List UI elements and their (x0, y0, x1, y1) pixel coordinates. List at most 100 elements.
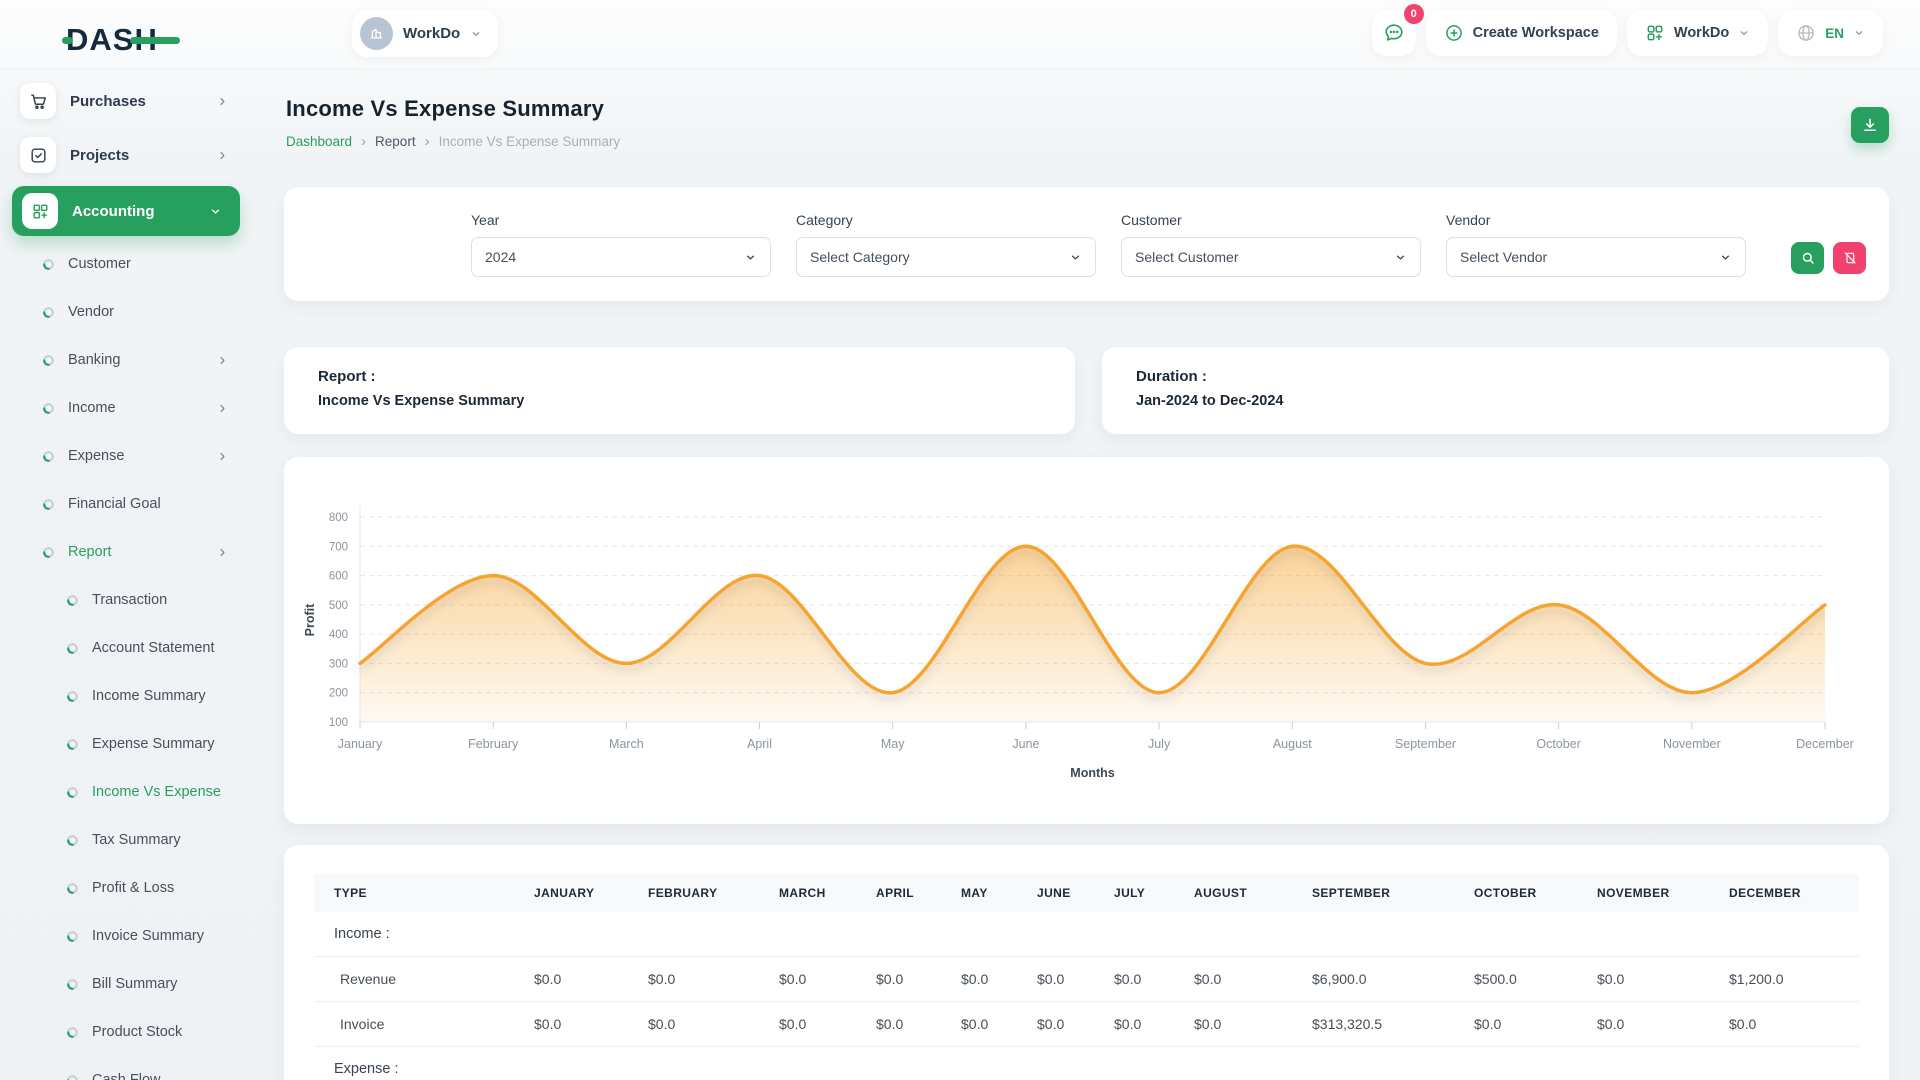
sidebar-item-report[interactable]: Report (0, 528, 255, 576)
cell-value: $0.0 (1094, 957, 1174, 1002)
chevron-right-icon (216, 354, 229, 367)
chevron-down-icon (209, 205, 222, 218)
selected-value: 2024 (485, 249, 516, 265)
sidebar-item-bill-summary[interactable]: Bill Summary (0, 960, 255, 1008)
donut-icon (66, 1074, 79, 1080)
sidebar-item-financial-goal[interactable]: Financial Goal (0, 480, 255, 528)
cell-value: $0.0 (628, 957, 759, 1002)
app-menu-button[interactable]: WorkDo (1627, 10, 1768, 56)
donut-icon (42, 354, 55, 367)
x-tick-label: May (881, 737, 905, 751)
sidebar-item-expense[interactable]: Expense (0, 432, 255, 480)
breadcrumb-report[interactable]: Report (375, 134, 416, 149)
profit-area-chart: 100200300400500600700800JanuaryFebruaryM… (284, 457, 1889, 824)
check-square-icon (29, 146, 48, 165)
year-select[interactable]: 2024 (471, 237, 771, 277)
group-label: Expense : (314, 1047, 1859, 1080)
sidebar-item-income[interactable]: Income (0, 384, 255, 432)
cell-value: $0.0 (1174, 1002, 1292, 1047)
x-axis-title: Months (1070, 766, 1114, 780)
messages-button[interactable]: 0 (1372, 10, 1416, 56)
sidebar-item-product-stock[interactable]: Product Stock (0, 1008, 255, 1056)
x-tick-label: December (1796, 737, 1854, 751)
sidebar-item-purchases[interactable]: Purchases (0, 74, 255, 128)
donut-icon (42, 546, 55, 559)
sidebar-item-label: Report (68, 544, 112, 560)
cell-value: $0.0 (514, 1002, 628, 1047)
breadcrumb: Dashboard › Report › Income Vs Expense S… (286, 134, 620, 149)
column-header: APRIL (856, 874, 941, 912)
column-header: JANUARY (514, 874, 628, 912)
sidebar-item-customer[interactable]: Customer (0, 240, 255, 288)
sidebar-item-label: Invoice Summary (92, 928, 204, 944)
chevron-right-icon (216, 402, 229, 415)
chevron-down-icon (1719, 251, 1732, 264)
duration-card-value: Jan-2024 to Dec-2024 (1136, 393, 1855, 409)
cell-value: $0.0 (1454, 1002, 1577, 1047)
chevron-down-icon (1069, 251, 1082, 264)
filter-card: Year2024CategorySelect CategoryCustomerS… (284, 187, 1889, 301)
workspace-selector[interactable]: WorkDo (352, 10, 498, 57)
sidebar-item-label: Projects (70, 147, 129, 164)
filter-fields: Year2024CategorySelect CategoryCustomerS… (471, 212, 1746, 277)
chart-card: 100200300400500600700800JanuaryFebruaryM… (284, 457, 1889, 824)
donut-icon (66, 1026, 79, 1039)
cell-value: $0.0 (856, 957, 941, 1002)
breadcrumb-separator: › (425, 134, 430, 149)
sidebar-item-income-summary[interactable]: Income Summary (0, 672, 255, 720)
create-workspace-label: Create Workspace (1473, 25, 1599, 41)
column-header: MAY (941, 874, 1017, 912)
chevron-right-icon (216, 546, 229, 559)
column-header: DECEMBER (1709, 874, 1859, 912)
column-header: FEBRUARY (628, 874, 759, 912)
y-tick-label: 700 (329, 541, 348, 553)
cell-value: $0.0 (628, 1002, 759, 1047)
sidebar-item-tax-summary[interactable]: Tax Summary (0, 816, 255, 864)
sidebar-item-banking[interactable]: Banking (0, 336, 255, 384)
sidebar-item-invoice-summary[interactable]: Invoice Summary (0, 912, 255, 960)
customer-select[interactable]: Select Customer (1121, 237, 1421, 277)
vendor-select[interactable]: Select Vendor (1446, 237, 1746, 277)
sidebar-item-vendor[interactable]: Vendor (0, 288, 255, 336)
row-type: Invoice (314, 1002, 514, 1047)
sidebar-icon-tile (20, 137, 56, 173)
reset-filter-button[interactable] (1833, 242, 1866, 274)
apply-filter-button[interactable] (1791, 242, 1824, 274)
chevron-right-icon (216, 450, 229, 463)
logo-green-bar (130, 37, 180, 44)
breadcrumb-current: Income Vs Expense Summary (439, 134, 621, 149)
sidebar-item-projects[interactable]: Projects (0, 128, 255, 182)
donut-icon (66, 930, 79, 943)
y-tick-label: 400 (329, 629, 348, 641)
y-tick-label: 800 (329, 512, 348, 524)
sidebar-item-expense-summary[interactable]: Expense Summary (0, 720, 255, 768)
cell-value: $1,200.0 (1709, 957, 1859, 1002)
filter-field-customer: CustomerSelect Customer (1121, 212, 1421, 277)
create-workspace-button[interactable]: Create Workspace (1426, 10, 1617, 56)
sidebar-item-accounting[interactable]: Accounting (12, 186, 240, 236)
donut-icon (42, 306, 55, 319)
download-icon (1861, 116, 1879, 134)
app-logo[interactable]: DASH (66, 22, 206, 60)
selected-value: Select Category (810, 249, 910, 265)
breadcrumb-dashboard[interactable]: Dashboard (286, 134, 352, 149)
sidebar-item-income-vs-expense[interactable]: Income Vs Expense (0, 768, 255, 816)
category-select[interactable]: Select Category (796, 237, 1096, 277)
column-header: SEPTEMBER (1292, 874, 1454, 912)
filter-actions (1791, 242, 1866, 274)
cell-value: $0.0 (1709, 1002, 1859, 1047)
column-header: AUGUST (1174, 874, 1292, 912)
column-header: OCTOBER (1454, 874, 1577, 912)
sidebar-item-account-statement[interactable]: Account Statement (0, 624, 255, 672)
y-tick-label: 100 (329, 717, 348, 729)
download-report-button[interactable] (1851, 107, 1889, 143)
language-selector[interactable]: EN (1778, 10, 1883, 56)
sidebar-item-profit-loss[interactable]: Profit & Loss (0, 864, 255, 912)
sidebar-item-cash-flow[interactable]: Cash Flow (0, 1056, 255, 1080)
chat-icon (1383, 22, 1405, 44)
cell-value: $0.0 (759, 957, 856, 1002)
donut-icon (42, 450, 55, 463)
selected-value: Select Vendor (1460, 249, 1547, 265)
chevron-right-icon (216, 95, 229, 108)
sidebar-item-transaction[interactable]: Transaction (0, 576, 255, 624)
